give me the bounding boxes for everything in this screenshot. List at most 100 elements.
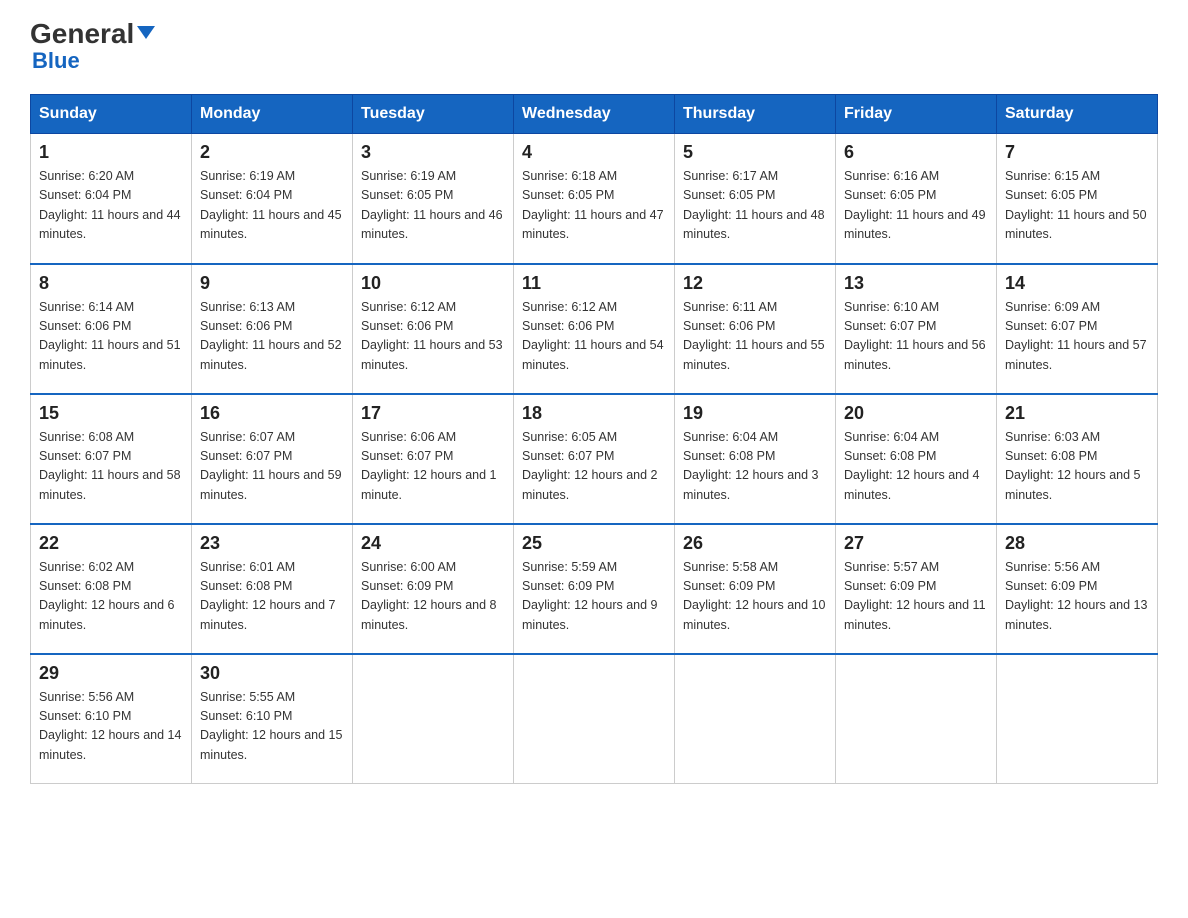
column-header-saturday: Saturday — [997, 95, 1158, 134]
day-cell — [836, 654, 997, 784]
day-info: Sunrise: 6:01 AMSunset: 6:08 PMDaylight:… — [200, 558, 344, 636]
day-info: Sunrise: 6:07 AMSunset: 6:07 PMDaylight:… — [200, 428, 344, 506]
day-cell: 22 Sunrise: 6:02 AMSunset: 6:08 PMDaylig… — [31, 524, 192, 654]
day-info: Sunrise: 6:08 AMSunset: 6:07 PMDaylight:… — [39, 428, 183, 506]
day-number: 24 — [361, 533, 505, 554]
day-info: Sunrise: 5:56 AMSunset: 6:10 PMDaylight:… — [39, 688, 183, 766]
day-info: Sunrise: 6:04 AMSunset: 6:08 PMDaylight:… — [683, 428, 827, 506]
day-number: 1 — [39, 142, 183, 163]
day-info: Sunrise: 6:02 AMSunset: 6:08 PMDaylight:… — [39, 558, 183, 636]
week-row-2: 8 Sunrise: 6:14 AMSunset: 6:06 PMDayligh… — [31, 264, 1158, 394]
calendar-table: SundayMondayTuesdayWednesdayThursdayFrid… — [30, 94, 1158, 784]
day-cell: 28 Sunrise: 5:56 AMSunset: 6:09 PMDaylig… — [997, 524, 1158, 654]
day-number: 8 — [39, 273, 183, 294]
column-header-wednesday: Wednesday — [514, 95, 675, 134]
day-number: 28 — [1005, 533, 1149, 554]
day-info: Sunrise: 6:20 AMSunset: 6:04 PMDaylight:… — [39, 167, 183, 245]
column-header-sunday: Sunday — [31, 95, 192, 134]
day-info: Sunrise: 6:00 AMSunset: 6:09 PMDaylight:… — [361, 558, 505, 636]
day-number: 10 — [361, 273, 505, 294]
day-number: 15 — [39, 403, 183, 424]
day-cell: 25 Sunrise: 5:59 AMSunset: 6:09 PMDaylig… — [514, 524, 675, 654]
calendar-header: SundayMondayTuesdayWednesdayThursdayFrid… — [31, 95, 1158, 134]
day-cell — [514, 654, 675, 784]
day-number: 6 — [844, 142, 988, 163]
week-row-3: 15 Sunrise: 6:08 AMSunset: 6:07 PMDaylig… — [31, 394, 1158, 524]
column-header-friday: Friday — [836, 95, 997, 134]
day-cell: 27 Sunrise: 5:57 AMSunset: 6:09 PMDaylig… — [836, 524, 997, 654]
day-info: Sunrise: 6:09 AMSunset: 6:07 PMDaylight:… — [1005, 298, 1149, 376]
day-info: Sunrise: 6:18 AMSunset: 6:05 PMDaylight:… — [522, 167, 666, 245]
week-row-1: 1 Sunrise: 6:20 AMSunset: 6:04 PMDayligh… — [31, 134, 1158, 264]
day-cell: 4 Sunrise: 6:18 AMSunset: 6:05 PMDayligh… — [514, 134, 675, 264]
logo-blue-text: Blue — [30, 48, 80, 73]
day-info: Sunrise: 5:57 AMSunset: 6:09 PMDaylight:… — [844, 558, 988, 636]
column-header-monday: Monday — [192, 95, 353, 134]
day-cell: 30 Sunrise: 5:55 AMSunset: 6:10 PMDaylig… — [192, 654, 353, 784]
day-number: 3 — [361, 142, 505, 163]
day-number: 25 — [522, 533, 666, 554]
day-number: 5 — [683, 142, 827, 163]
day-number: 9 — [200, 273, 344, 294]
day-cell: 13 Sunrise: 6:10 AMSunset: 6:07 PMDaylig… — [836, 264, 997, 394]
day-number: 7 — [1005, 142, 1149, 163]
day-cell: 3 Sunrise: 6:19 AMSunset: 6:05 PMDayligh… — [353, 134, 514, 264]
day-cell: 15 Sunrise: 6:08 AMSunset: 6:07 PMDaylig… — [31, 394, 192, 524]
day-cell: 19 Sunrise: 6:04 AMSunset: 6:08 PMDaylig… — [675, 394, 836, 524]
day-cell: 23 Sunrise: 6:01 AMSunset: 6:08 PMDaylig… — [192, 524, 353, 654]
day-number: 11 — [522, 273, 666, 294]
day-info: Sunrise: 6:04 AMSunset: 6:08 PMDaylight:… — [844, 428, 988, 506]
day-cell: 21 Sunrise: 6:03 AMSunset: 6:08 PMDaylig… — [997, 394, 1158, 524]
day-cell: 29 Sunrise: 5:56 AMSunset: 6:10 PMDaylig… — [31, 654, 192, 784]
day-info: Sunrise: 6:03 AMSunset: 6:08 PMDaylight:… — [1005, 428, 1149, 506]
day-cell: 24 Sunrise: 6:00 AMSunset: 6:09 PMDaylig… — [353, 524, 514, 654]
day-info: Sunrise: 6:12 AMSunset: 6:06 PMDaylight:… — [522, 298, 666, 376]
week-row-4: 22 Sunrise: 6:02 AMSunset: 6:08 PMDaylig… — [31, 524, 1158, 654]
column-header-tuesday: Tuesday — [353, 95, 514, 134]
header-row: SundayMondayTuesdayWednesdayThursdayFrid… — [31, 95, 1158, 134]
day-cell — [353, 654, 514, 784]
day-cell: 14 Sunrise: 6:09 AMSunset: 6:07 PMDaylig… — [997, 264, 1158, 394]
day-cell: 2 Sunrise: 6:19 AMSunset: 6:04 PMDayligh… — [192, 134, 353, 264]
day-number: 18 — [522, 403, 666, 424]
logo-triangle-icon — [137, 26, 155, 39]
day-info: Sunrise: 6:15 AMSunset: 6:05 PMDaylight:… — [1005, 167, 1149, 245]
day-cell: 12 Sunrise: 6:11 AMSunset: 6:06 PMDaylig… — [675, 264, 836, 394]
day-cell: 1 Sunrise: 6:20 AMSunset: 6:04 PMDayligh… — [31, 134, 192, 264]
day-number: 22 — [39, 533, 183, 554]
day-cell: 6 Sunrise: 6:16 AMSunset: 6:05 PMDayligh… — [836, 134, 997, 264]
day-number: 12 — [683, 273, 827, 294]
day-info: Sunrise: 6:14 AMSunset: 6:06 PMDaylight:… — [39, 298, 183, 376]
day-number: 29 — [39, 663, 183, 684]
day-number: 20 — [844, 403, 988, 424]
day-info: Sunrise: 5:59 AMSunset: 6:09 PMDaylight:… — [522, 558, 666, 636]
column-header-thursday: Thursday — [675, 95, 836, 134]
day-cell: 5 Sunrise: 6:17 AMSunset: 6:05 PMDayligh… — [675, 134, 836, 264]
day-info: Sunrise: 5:58 AMSunset: 6:09 PMDaylight:… — [683, 558, 827, 636]
day-info: Sunrise: 5:56 AMSunset: 6:09 PMDaylight:… — [1005, 558, 1149, 636]
page-header: General Blue — [30, 20, 1158, 74]
day-info: Sunrise: 5:55 AMSunset: 6:10 PMDaylight:… — [200, 688, 344, 766]
day-number: 17 — [361, 403, 505, 424]
day-number: 26 — [683, 533, 827, 554]
logo-general-text: General — [30, 20, 134, 48]
day-cell: 8 Sunrise: 6:14 AMSunset: 6:06 PMDayligh… — [31, 264, 192, 394]
day-number: 16 — [200, 403, 344, 424]
day-number: 27 — [844, 533, 988, 554]
day-info: Sunrise: 6:19 AMSunset: 6:05 PMDaylight:… — [361, 167, 505, 245]
day-cell: 10 Sunrise: 6:12 AMSunset: 6:06 PMDaylig… — [353, 264, 514, 394]
calendar-body: 1 Sunrise: 6:20 AMSunset: 6:04 PMDayligh… — [31, 134, 1158, 784]
day-cell: 11 Sunrise: 6:12 AMSunset: 6:06 PMDaylig… — [514, 264, 675, 394]
day-number: 21 — [1005, 403, 1149, 424]
day-number: 4 — [522, 142, 666, 163]
day-number: 14 — [1005, 273, 1149, 294]
day-info: Sunrise: 6:06 AMSunset: 6:07 PMDaylight:… — [361, 428, 505, 506]
day-info: Sunrise: 6:19 AMSunset: 6:04 PMDaylight:… — [200, 167, 344, 245]
day-info: Sunrise: 6:05 AMSunset: 6:07 PMDaylight:… — [522, 428, 666, 506]
day-cell: 20 Sunrise: 6:04 AMSunset: 6:08 PMDaylig… — [836, 394, 997, 524]
day-cell: 9 Sunrise: 6:13 AMSunset: 6:06 PMDayligh… — [192, 264, 353, 394]
day-cell — [675, 654, 836, 784]
logo: General Blue — [30, 20, 155, 74]
day-number: 23 — [200, 533, 344, 554]
day-cell: 7 Sunrise: 6:15 AMSunset: 6:05 PMDayligh… — [997, 134, 1158, 264]
